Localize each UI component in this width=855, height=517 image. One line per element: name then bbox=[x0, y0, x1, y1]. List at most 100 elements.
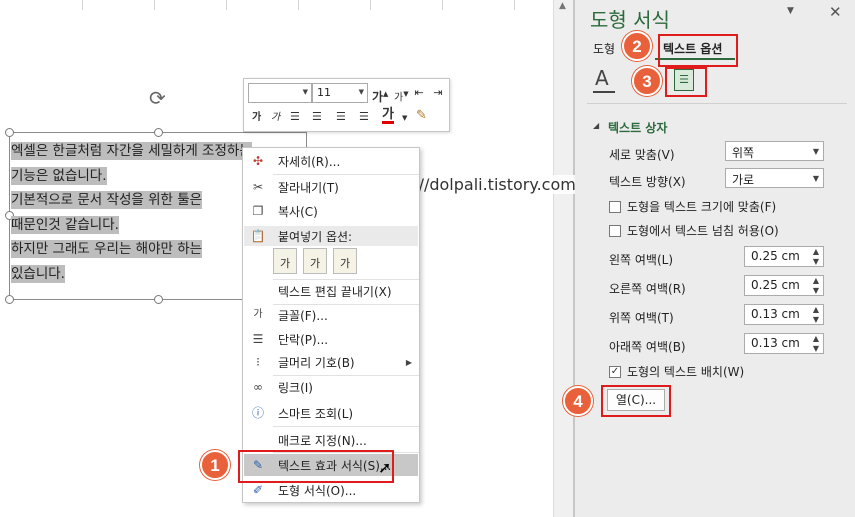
callout-badge: 2 bbox=[622, 31, 652, 61]
paste-merge-format-button[interactable]: 가 bbox=[303, 248, 327, 274]
section-title-text-box[interactable]: 텍스트 상자 bbox=[608, 119, 667, 136]
menu-item-font[interactable]: 가 글꼴(F)... bbox=[244, 304, 418, 326]
resize-handle[interactable] bbox=[154, 128, 163, 137]
menu-item-paragraph[interactable]: ☰ 단락(P)... bbox=[244, 328, 418, 350]
column-gridline bbox=[370, 0, 371, 10]
scissors-icon: ✂ bbox=[252, 180, 264, 194]
chevron-down-icon: ▼ bbox=[302, 88, 308, 96]
text-fill-underline bbox=[593, 91, 615, 93]
bullets-icon: ⁝ bbox=[256, 355, 260, 369]
resize-shape-checkbox[interactable]: 도형을 텍스트 크기에 맞춤(F) bbox=[609, 198, 776, 215]
close-icon[interactable]: ✕ bbox=[829, 3, 842, 21]
shrink-font-button[interactable]: 가▼ bbox=[394, 87, 409, 105]
checkbox-checked[interactable]: ✓ bbox=[609, 365, 621, 378]
align-right-icon[interactable]: ☰ bbox=[359, 110, 369, 124]
checkbox[interactable] bbox=[609, 224, 621, 237]
menu-item-assign-macro[interactable]: 매크로 지정(N)... bbox=[244, 429, 418, 451]
checkbox[interactable] bbox=[609, 200, 621, 213]
divider bbox=[587, 103, 847, 104]
italic-button[interactable]: 가 bbox=[271, 111, 280, 125]
paste-text-only-button[interactable]: 가 bbox=[333, 248, 357, 274]
format-shape-panel: 도형 서식 ▼ ✕ 도형 텍스트 옵션 A ☰ ◢ 텍스트 상자 세로 맞춤(V… bbox=[575, 0, 855, 517]
bottom-margin-input[interactable]: 0.13 cm ▲ ▼ bbox=[744, 333, 824, 354]
text-direction-label: 텍스트 방향(X) bbox=[609, 175, 686, 189]
resize-handle[interactable] bbox=[5, 295, 14, 304]
format-painter-icon[interactable]: ✎ bbox=[416, 109, 427, 123]
callout-badge: 4 bbox=[563, 386, 593, 416]
shape-format-icon: ✐ bbox=[252, 483, 264, 497]
info-icon: ⓘ bbox=[251, 406, 264, 420]
smart-lookup-icon: ✣ bbox=[252, 154, 264, 168]
wrap-text-checkbox[interactable]: ✓ 도형의 텍스트 배치(W) bbox=[609, 363, 744, 380]
column-gridline bbox=[514, 0, 515, 10]
increase-indent-icon[interactable]: ⇥ bbox=[430, 86, 446, 100]
vertical-align-label: 세로 맞춤(V) bbox=[609, 148, 675, 162]
vertical-align-select[interactable]: 위쪽 ▼ bbox=[725, 141, 824, 161]
menu-item-paste-options: 📋 붙여넣기 옵션: bbox=[250, 229, 353, 244]
allow-overflow-checkbox[interactable]: 도형에서 텍스트 넘침 허용(O) bbox=[609, 222, 779, 239]
highlight-box-text-options bbox=[658, 34, 738, 67]
align-left-icon[interactable]: ☰ bbox=[290, 110, 300, 124]
text-direction-select[interactable]: 가로 ▼ bbox=[725, 168, 824, 188]
spin-down-icon[interactable]: ▼ bbox=[813, 315, 819, 324]
spin-down-icon[interactable]: ▼ bbox=[813, 257, 819, 266]
menu-item-smart-lookup[interactable]: ✣ 자세히(R)... bbox=[244, 150, 418, 172]
rotate-handle-icon[interactable]: ⟳ bbox=[149, 88, 166, 108]
paste-keep-format-button[interactable]: 가 bbox=[273, 248, 297, 274]
top-margin-label: 위쪽 여백(T) bbox=[609, 311, 674, 325]
resize-handle[interactable] bbox=[5, 128, 14, 137]
spin-up-icon[interactable]: ▲ bbox=[813, 276, 819, 285]
text-line: 기본적으로 문서 작성을 위한 툴은 bbox=[11, 191, 203, 209]
highlight-box-text-effects bbox=[238, 450, 394, 483]
menu-item-smart-lookup-2[interactable]: ⓘ 스마트 조회(L) bbox=[244, 402, 418, 424]
chevron-down-icon[interactable]: ▼ bbox=[787, 6, 794, 16]
bottom-margin-label: 아래쪽 여백(B) bbox=[609, 340, 686, 354]
align-center-icon[interactable]: ☰ bbox=[336, 110, 346, 124]
vertical-scrollbar[interactable]: ▲ bbox=[553, 0, 573, 517]
spin-down-icon[interactable]: ▼ bbox=[813, 286, 819, 295]
text-line: 때문인것 같습니다. bbox=[11, 215, 119, 234]
chevron-down-icon: ▼ bbox=[812, 147, 819, 156]
resize-handle[interactable] bbox=[154, 295, 163, 304]
menu-item-copy[interactable]: ❐ 복사(C) bbox=[244, 200, 418, 222]
font-name-select[interactable]: ▼ bbox=[248, 83, 312, 103]
menu-separator bbox=[273, 426, 419, 427]
bold-button[interactable]: 가 bbox=[252, 111, 261, 125]
submenu-arrow-icon: ▶ bbox=[405, 357, 412, 367]
mini-toolbar: ▼ 11 ▼ 가▲ 가▼ ⇤ ⇥ 가 가 ☰ ☰ ☰ ☰ 가 ▼ ✎ bbox=[243, 78, 450, 132]
font-color-button[interactable]: 가 bbox=[382, 108, 394, 124]
chevron-down-icon[interactable]: ▼ bbox=[402, 111, 407, 125]
tab-shape-options[interactable]: 도형 bbox=[593, 40, 615, 57]
column-gridline bbox=[442, 0, 443, 10]
menu-item-link[interactable]: ∞ 링크(I) bbox=[244, 376, 418, 398]
left-margin-input[interactable]: 0.25 cm ▲ ▼ bbox=[744, 246, 824, 267]
text-line: 있습니다. bbox=[11, 264, 65, 283]
spin-down-icon[interactable]: ▼ bbox=[813, 344, 819, 353]
text-line: 기능은 없습니다. bbox=[11, 166, 107, 185]
menu-item-exit-edit-text[interactable]: 텍스트 편집 끝내기(X) bbox=[244, 280, 418, 302]
menu-item-bullets[interactable]: ⁝ 글머리 기호(B) ▶ bbox=[244, 351, 418, 373]
collapse-triangle-icon[interactable]: ◢ bbox=[593, 121, 599, 130]
callout-badge: 1 bbox=[200, 450, 230, 480]
top-margin-input[interactable]: 0.13 cm ▲ ▼ bbox=[744, 304, 824, 325]
link-icon: ∞ bbox=[253, 380, 263, 394]
column-gridline bbox=[82, 0, 83, 10]
font-icon: 가 bbox=[253, 309, 263, 320]
highlight-box-columns bbox=[601, 385, 671, 417]
column-gridline bbox=[298, 0, 299, 10]
decrease-indent-icon[interactable]: ⇤ bbox=[411, 86, 427, 100]
spin-up-icon[interactable]: ▲ bbox=[813, 334, 819, 343]
right-margin-input[interactable]: 0.25 cm ▲ ▼ bbox=[744, 275, 824, 296]
scroll-up-icon[interactable]: ▲ bbox=[559, 1, 566, 11]
font-size-select[interactable]: 11 ▼ bbox=[312, 83, 368, 103]
chevron-down-icon: ▼ bbox=[812, 174, 819, 183]
paragraph-icon: ☰ bbox=[252, 332, 264, 346]
right-margin-label: 오른쪽 여백(R) bbox=[609, 282, 686, 296]
grow-font-button[interactable]: 가▲ bbox=[372, 87, 388, 104]
spin-up-icon[interactable]: ▲ bbox=[813, 305, 819, 314]
align-left-icon[interactable]: ☰ bbox=[312, 110, 322, 124]
spin-up-icon[interactable]: ▲ bbox=[813, 247, 819, 256]
panel-title: 도형 서식 bbox=[590, 8, 670, 32]
text-fill-outline-button[interactable]: A bbox=[595, 66, 609, 90]
menu-item-cut[interactable]: ✂ 잘라내기(T) bbox=[244, 176, 418, 198]
